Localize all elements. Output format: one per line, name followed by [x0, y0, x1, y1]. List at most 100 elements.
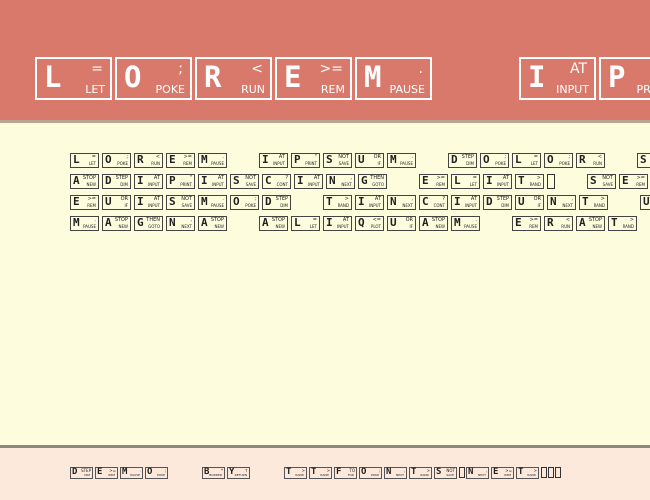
cursor-box: [548, 467, 554, 478]
key-symbol: AT: [470, 196, 477, 202]
key-keyword: RAND: [593, 203, 605, 208]
key-letter: R: [579, 153, 586, 166]
key-symbol: OR: [120, 196, 128, 202]
key-keyword: REM: [504, 473, 511, 477]
key-letter: E: [97, 467, 103, 477]
key-letter: R: [137, 153, 144, 166]
key-symbol: OR: [405, 217, 413, 223]
key-keyword: INPUT: [337, 224, 349, 229]
key-symbol: .: [222, 196, 224, 202]
key-keyword: SAVE: [245, 182, 256, 187]
key-letter: U: [390, 216, 397, 229]
key-letter: T: [286, 467, 292, 477]
key-tile: R < RUN: [195, 57, 272, 100]
key-symbol: .: [94, 217, 96, 223]
key-keyword: INPUT: [273, 161, 285, 166]
key-letter: S: [233, 174, 240, 187]
key-tile: D STEP DIM: [262, 195, 291, 210]
key-keyword: SAVE: [446, 473, 454, 477]
key-letter: E: [515, 216, 522, 229]
key-letter: N: [390, 195, 397, 208]
key-tile: R < RUN: [544, 216, 573, 231]
key-keyword: PRINT: [305, 161, 317, 166]
key-tile: UORIF: [355, 153, 384, 168]
key-letter: A: [579, 216, 586, 229]
key-letter: O: [105, 153, 112, 166]
key-tile: P "PRINT: [166, 174, 195, 189]
key-letter: N: [386, 467, 392, 477]
key-symbol: >=: [319, 61, 343, 77]
key-tile: T > RAND: [409, 467, 432, 479]
key-keyword: RAND: [420, 473, 429, 477]
key-symbol: ,: [190, 217, 192, 223]
key-keyword: FOR: [347, 473, 354, 477]
key-keyword: SAVE: [602, 182, 613, 187]
key-keyword: RAND: [527, 473, 536, 477]
key-keyword: POKE: [117, 161, 128, 166]
key-symbol: AT: [153, 175, 160, 181]
key-symbol: <: [251, 61, 263, 77]
word-gap: [252, 467, 284, 480]
key-letter: U: [358, 153, 365, 166]
key-symbol: >=: [87, 196, 96, 202]
key-keyword: RAND: [320, 473, 329, 477]
key-tile: M. PAUSE: [120, 467, 143, 479]
key-keyword: INPUT: [148, 182, 160, 187]
key-letter: O: [233, 195, 240, 208]
key-keyword: NEW: [435, 224, 445, 229]
key-letter: D: [72, 467, 78, 477]
text-line-4: M. PAUSE A STOP NEW G THEN GOTO N, NEXT A STOP NEW A S…: [70, 216, 640, 231]
key-letter: I: [454, 195, 461, 208]
key-keyword: INPUT: [148, 203, 160, 208]
key-letter: T: [311, 467, 317, 477]
key-tile: L = LET: [512, 153, 541, 168]
key-symbol: NOT: [338, 154, 349, 160]
key-tile: UORIF: [102, 195, 131, 210]
key-keyword: RUN: [593, 161, 602, 166]
key-letter: E: [169, 153, 176, 166]
key-symbol: >=: [529, 217, 538, 223]
key-tile: N, NEXT: [166, 216, 195, 231]
key-tile: S NOTSAVE: [587, 174, 616, 189]
key-letter: R: [204, 60, 222, 94]
key-keyword: NEXT: [562, 203, 573, 208]
key-symbol: =: [91, 61, 103, 77]
key-keyword: PAUSE: [130, 473, 140, 477]
key-keyword: INPUT: [556, 83, 589, 96]
key-letter: M: [364, 60, 382, 94]
key-tile: N, NEXT: [387, 195, 416, 210]
key-keyword: IF: [409, 224, 413, 229]
key-keyword: LET: [530, 161, 538, 166]
key-letter: I: [326, 216, 333, 229]
key-keyword: NEW: [214, 224, 224, 229]
key-tile: G THEN GOTO: [358, 174, 387, 189]
key-letter: U: [643, 195, 650, 208]
key-tile: M. PAUSE: [355, 57, 432, 100]
key-symbol: >: [600, 196, 605, 202]
key-keyword: RAND: [337, 203, 349, 208]
key-tile: O; POKE: [480, 153, 509, 168]
key-tile: T > RAND: [309, 467, 332, 479]
key-keyword: SAVE: [338, 161, 349, 166]
key-tile: UORIF: [640, 195, 650, 210]
key-symbol: .: [418, 61, 423, 77]
key-letter: T: [582, 195, 589, 208]
key-tile: D STEP DIM: [483, 195, 512, 210]
key-symbol: ;: [568, 154, 570, 160]
key-symbol: THEN: [370, 175, 384, 181]
key-symbol: AT: [313, 175, 320, 181]
key-symbol: ?: [442, 196, 445, 202]
key-keyword: PAUSE: [83, 224, 96, 229]
key-tile: G THEN GOTO: [134, 216, 163, 231]
key-keyword: RUN: [561, 224, 570, 229]
key-symbol: OR: [373, 154, 381, 160]
key-tile: N, NEXT: [466, 467, 489, 479]
key-symbol: STOP: [431, 217, 445, 223]
key-keyword: REM: [436, 182, 445, 187]
key-tile: T > RAND: [284, 467, 307, 479]
key-tile: O; POKE: [102, 153, 131, 168]
key-tile: N, NEXT: [384, 467, 407, 479]
key-keyword: DIM: [280, 203, 288, 208]
key-keyword: REM: [529, 224, 538, 229]
key-keyword: DIM: [466, 161, 474, 166]
